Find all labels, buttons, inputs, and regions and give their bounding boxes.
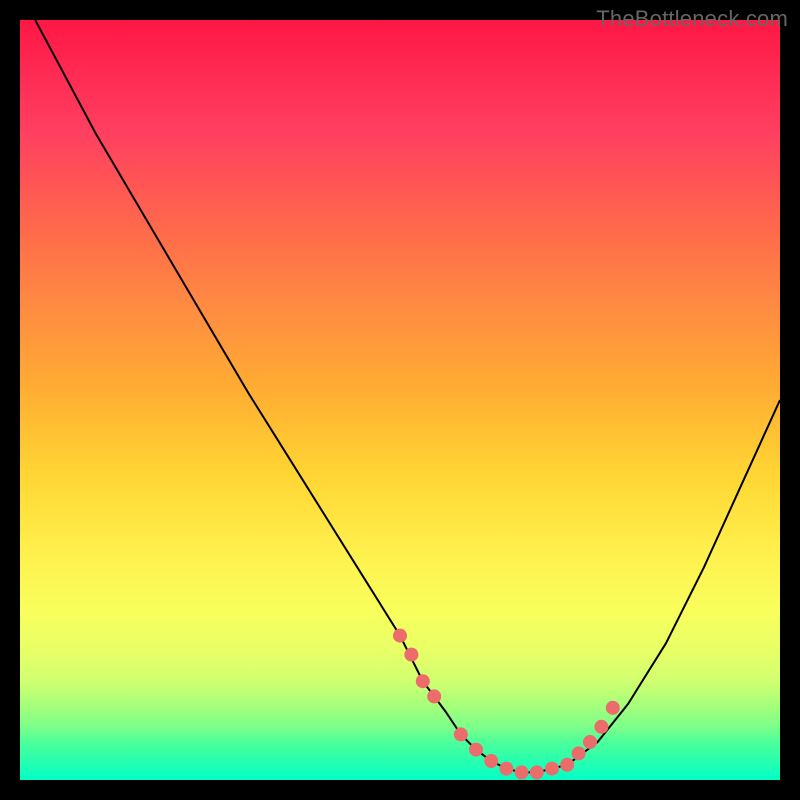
- highlight-dot: [560, 758, 574, 772]
- highlight-dot: [427, 689, 441, 703]
- highlight-dots-group: [393, 629, 620, 780]
- chart-plot-area: [20, 20, 780, 780]
- highlight-dot: [515, 765, 529, 779]
- highlight-dot: [393, 629, 407, 643]
- highlight-dot: [499, 762, 513, 776]
- highlight-dot: [583, 735, 597, 749]
- highlight-dot: [484, 754, 498, 768]
- highlight-dot: [404, 648, 418, 662]
- highlight-dot: [606, 701, 620, 715]
- highlight-dot: [416, 674, 430, 688]
- highlight-dot: [572, 746, 586, 760]
- chart-svg: [20, 20, 780, 780]
- highlight-dot: [545, 762, 559, 776]
- watermark-text: TheBottleneck.com: [596, 6, 788, 32]
- highlight-dot: [454, 727, 468, 741]
- highlight-dot: [469, 743, 483, 757]
- highlight-dot: [594, 720, 608, 734]
- highlight-dot: [530, 765, 544, 779]
